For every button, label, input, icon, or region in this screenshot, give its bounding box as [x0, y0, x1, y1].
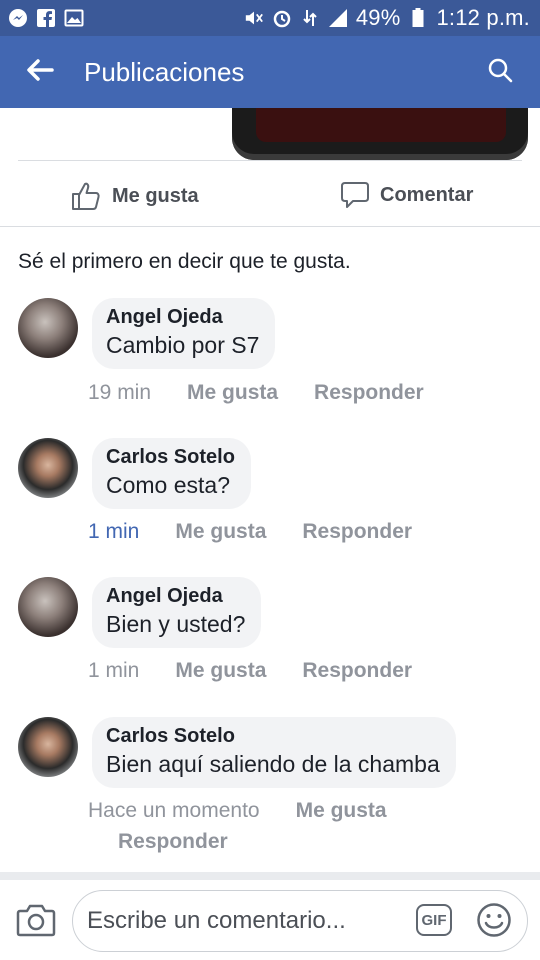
comment-like-link[interactable]: Me gusta	[175, 520, 266, 544]
post-actions: Me gusta Comentar	[0, 168, 540, 224]
post-image[interactable]	[232, 108, 528, 160]
status-indicators: 49% 1:12 p.m.	[244, 5, 530, 31]
divider	[0, 226, 540, 227]
gallery-icon	[64, 8, 84, 28]
signal-icon	[328, 8, 348, 28]
comment-like-link[interactable]: Me gusta	[187, 381, 278, 405]
gif-button[interactable]: GIF	[416, 904, 452, 936]
comment-reply-link[interactable]: Responder	[302, 520, 412, 544]
alarm-icon	[272, 8, 292, 28]
like-label: Me gusta	[112, 184, 199, 207]
like-button[interactable]: Me gusta	[70, 180, 199, 212]
search-icon	[487, 57, 513, 88]
mute-icon	[244, 8, 264, 28]
gif-icon: GIF	[421, 911, 447, 929]
status-bar: 49% 1:12 p.m.	[0, 0, 540, 36]
thumbs-up-icon	[70, 180, 102, 212]
comment-like-link[interactable]: Me gusta	[296, 799, 387, 823]
camera-button[interactable]	[16, 902, 56, 938]
comment-reply-link[interactable]: Responder	[118, 830, 228, 854]
comment-meta: 19 min Me gusta Responder	[88, 381, 424, 405]
comment-text: Cambio por S7	[106, 332, 260, 358]
comment-reply-link[interactable]: Responder	[314, 381, 424, 405]
emoji-icon	[476, 903, 512, 942]
comment-bubble-icon	[340, 180, 370, 210]
comment-bubble[interactable]: Carlos Sotelo Bien aquí saliendo de la c…	[92, 717, 456, 788]
battery-icon	[408, 8, 428, 28]
divider	[18, 160, 522, 161]
first-like-prompt: Sé el primero en decir que te gusta.	[18, 250, 351, 273]
comment-bubble[interactable]: Angel Ojeda Bien y usted?	[92, 577, 262, 648]
app-bar: Publicaciones	[0, 36, 540, 108]
comment-meta: Responder	[118, 830, 228, 854]
avatar[interactable]	[18, 438, 78, 498]
back-button[interactable]	[16, 48, 64, 96]
status-notifications	[8, 8, 84, 28]
comment-bubble[interactable]: Carlos Sotelo Como esta?	[92, 438, 251, 509]
data-icon	[300, 8, 320, 28]
comment-time: Hace un momento	[88, 799, 260, 822]
search-button[interactable]	[476, 48, 524, 96]
comment-button[interactable]: Comentar	[340, 180, 473, 210]
comment-time: 1 min	[88, 520, 140, 543]
clock: 1:12 p.m.	[436, 5, 530, 30]
comment-author[interactable]: Angel Ojeda	[106, 585, 245, 608]
battery-percentage: 49%	[355, 5, 401, 30]
comment-label: Comentar	[380, 183, 474, 206]
comment-like-link[interactable]: Me gusta	[175, 659, 266, 683]
comment-composer: Escribe un comentario... GIF	[0, 880, 540, 960]
facebook-icon	[36, 8, 56, 28]
page-title: Publicaciones	[84, 56, 245, 87]
comment-bubble[interactable]: Angel Ojeda Cambio por S7	[92, 298, 276, 369]
comment-author[interactable]: Carlos Sotelo	[106, 446, 235, 469]
comment-reply-link[interactable]: Responder	[302, 659, 412, 683]
messenger-icon	[8, 8, 28, 28]
comment-text: Bien y usted?	[106, 611, 246, 637]
back-arrow-icon	[26, 58, 54, 87]
avatar[interactable]	[18, 577, 78, 637]
comment-meta: Hace un momento Me gusta	[88, 799, 387, 823]
comment-time: 19 min	[88, 381, 152, 404]
comment-meta: 1 min Me gusta Responder	[88, 520, 412, 544]
comment-text: Bien aquí saliendo de la chamba	[106, 751, 440, 777]
comment-time: 1 min	[88, 659, 140, 682]
comment-input[interactable]: Escribe un comentario...	[72, 890, 528, 952]
emoji-button[interactable]	[476, 902, 512, 938]
camera-icon	[16, 904, 56, 942]
comment-author[interactable]: Carlos Sotelo	[106, 725, 440, 748]
comment-author[interactable]: Angel Ojeda	[106, 306, 259, 329]
divider	[0, 872, 540, 880]
comment-text: Como esta?	[106, 472, 231, 498]
comment-meta: 1 min Me gusta Responder	[88, 659, 412, 683]
avatar[interactable]	[18, 298, 78, 358]
avatar[interactable]	[18, 717, 78, 777]
